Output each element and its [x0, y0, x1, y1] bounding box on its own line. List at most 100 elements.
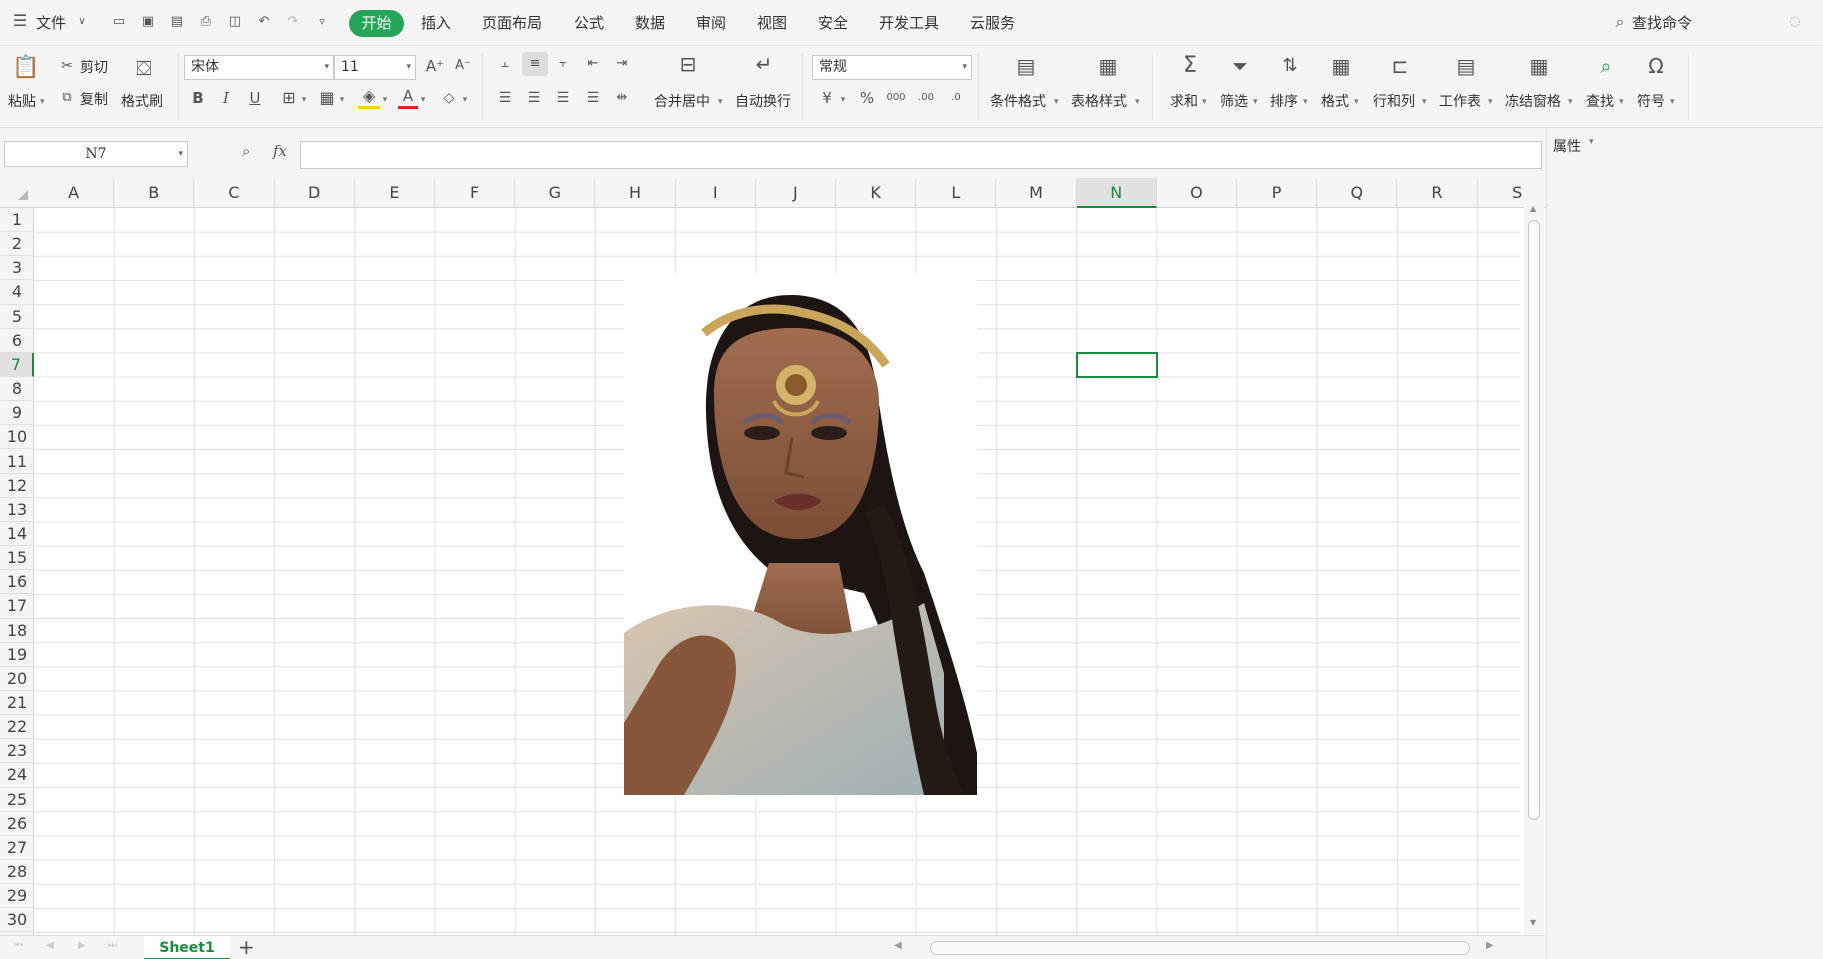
hamburger-menu-icon[interactable]: ☰	[12, 13, 28, 29]
prev-sheet-icon[interactable]: ◀	[46, 940, 54, 951]
number-format-select[interactable]: 常规 ▾	[812, 55, 972, 80]
tab-page-layout[interactable]: 页面布局	[482, 12, 542, 34]
vertical-scrollbar[interactable]: ▲ ▼	[1524, 202, 1544, 935]
row-header-8[interactable]: 8	[0, 377, 34, 402]
sum-icon[interactable]: Σ	[1176, 54, 1204, 78]
row-header-3[interactable]: 3	[0, 256, 34, 281]
sheet-tab-sheet1[interactable]: Sheet1	[144, 936, 230, 959]
fill-color-dropdown-icon[interactable]: ▾	[380, 88, 390, 112]
row-header-1[interactable]: 1	[0, 208, 34, 233]
worksheet-dropdown-icon[interactable]: ▾	[1488, 93, 1493, 111]
row-header-14[interactable]: 14	[0, 522, 34, 547]
zoom-lookup-icon[interactable]: ⌕	[242, 142, 250, 160]
justify-icon[interactable]: ☰	[582, 86, 604, 110]
sum-button[interactable]: 求和	[1170, 93, 1198, 111]
conditional-format-dropdown-icon[interactable]: ▾	[1054, 93, 1059, 111]
horizontal-scroll-thumb[interactable]	[930, 941, 1470, 955]
next-sheet-icon[interactable]: ▶	[78, 940, 86, 951]
sum-dropdown-icon[interactable]: ▾	[1202, 93, 1207, 111]
conditional-format-icon[interactable]: ▤	[1012, 54, 1040, 78]
sort-dropdown-icon[interactable]: ▾	[1303, 93, 1308, 111]
column-header-h[interactable]: H	[595, 178, 676, 208]
currency-dropdown-icon[interactable]: ▾	[838, 88, 848, 112]
table-style-dropdown-icon[interactable]: ▾	[1135, 93, 1140, 111]
conditional-format-button[interactable]: 条件格式	[990, 93, 1046, 111]
omega-symbol-icon[interactable]: Ω	[1642, 54, 1670, 78]
merge-center-dropdown-icon[interactable]: ▾	[718, 93, 723, 111]
select-all-corner[interactable]	[18, 190, 28, 200]
scroll-up-icon[interactable]: ▲	[1530, 204, 1536, 213]
align-right-icon[interactable]: ☰	[552, 86, 574, 110]
currency-icon[interactable]: ¥	[816, 86, 838, 110]
row-header-13[interactable]: 13	[0, 498, 34, 522]
filter-dropdown-icon[interactable]: ▾	[1253, 93, 1258, 111]
scroll-right-icon[interactable]: ▶	[1486, 940, 1494, 951]
distributed-align-icon[interactable]: ⇹	[611, 86, 633, 110]
row-header-6[interactable]: 6	[0, 329, 34, 353]
row-header-9[interactable]: 9	[0, 401, 34, 426]
properties-chevron-icon[interactable]: ▾	[1589, 137, 1594, 147]
clear-format-icon[interactable]: ◇	[438, 86, 460, 110]
fill-color-icon[interactable]: ◈	[358, 86, 380, 109]
row-col-button[interactable]: 行和列	[1373, 93, 1415, 111]
portrait-image[interactable]	[624, 273, 977, 795]
increase-indent-icon[interactable]: ⇥	[611, 52, 633, 76]
copy-button[interactable]: 复制	[80, 91, 108, 109]
row-header-26[interactable]: 26	[0, 812, 34, 836]
column-header-j[interactable]: J	[756, 178, 836, 208]
tab-review[interactable]: 审阅	[696, 12, 726, 34]
formula-input[interactable]	[300, 141, 1542, 169]
align-left-icon[interactable]: ☰	[494, 86, 516, 110]
worksheet-button[interactable]: 工作表	[1439, 93, 1481, 111]
fx-label[interactable]: fx	[273, 142, 287, 160]
worksheet-icon[interactable]: ▤	[1452, 54, 1480, 78]
row-header-30[interactable]: 30	[0, 908, 34, 933]
cut-button[interactable]: 剪切	[80, 59, 108, 77]
paste-icon[interactable]: 📋	[12, 56, 40, 80]
add-sheet-button[interactable]: +	[238, 936, 255, 958]
selected-cell[interactable]	[1075, 351, 1158, 379]
symbol-button[interactable]: 符号	[1637, 93, 1665, 111]
column-header-e[interactable]: E	[355, 178, 435, 208]
column-header-f[interactable]: F	[435, 178, 516, 208]
file-menu-chevron-icon[interactable]: ∨	[74, 14, 90, 30]
row-header-19[interactable]: 19	[0, 643, 34, 667]
tab-developer[interactable]: 开发工具	[879, 12, 939, 34]
scroll-left-icon[interactable]: ◀	[894, 940, 902, 951]
column-header-n[interactable]: N	[1076, 178, 1157, 208]
tab-home[interactable]: 开始	[349, 10, 404, 37]
find-dropdown-icon[interactable]: ▾	[1619, 93, 1624, 111]
feedback-icon[interactable]: ◌	[1787, 14, 1803, 30]
row-header-16[interactable]: 16	[0, 570, 34, 595]
scissors-icon[interactable]: ✂	[58, 54, 76, 78]
column-header-p[interactable]: P	[1237, 178, 1318, 208]
format-button[interactable]: 格式	[1321, 93, 1349, 111]
column-header-o[interactable]: O	[1157, 178, 1237, 208]
decrease-decimal-icon[interactable]: .0	[944, 86, 968, 110]
row-header-17[interactable]: 17	[0, 594, 34, 619]
percent-button[interactable]: %	[856, 86, 878, 110]
tab-formulas[interactable]: 公式	[574, 12, 604, 34]
column-header-c[interactable]: C	[194, 178, 275, 208]
column-header-q[interactable]: Q	[1317, 178, 1398, 208]
print-icon[interactable]: ⎙	[198, 14, 214, 30]
name-box[interactable]: N7 ▾	[4, 141, 188, 167]
format-dropdown-icon[interactable]: ▾	[1354, 93, 1359, 111]
row-header-22[interactable]: 22	[0, 715, 34, 740]
copy-icon[interactable]: ⧉	[58, 86, 76, 110]
row-col-dropdown-icon[interactable]: ▾	[1422, 93, 1427, 111]
align-middle-icon[interactable]: ≡	[522, 52, 548, 76]
paste-button[interactable]: 粘贴	[8, 93, 36, 111]
decrease-font-icon[interactable]: A⁻	[452, 54, 474, 78]
column-header-i[interactable]: I	[676, 178, 756, 208]
italic-button[interactable]: I	[216, 86, 236, 110]
tab-data[interactable]: 数据	[635, 12, 665, 34]
vertical-scroll-thumb[interactable]	[1528, 220, 1540, 820]
last-sheet-icon[interactable]: ⏭	[108, 940, 117, 951]
file-menu[interactable]: 文件	[36, 12, 66, 34]
row-header-29[interactable]: 29	[0, 884, 34, 909]
table-style-icon[interactable]: ▦	[1094, 54, 1122, 78]
font-size-select[interactable]: 11 ▾	[334, 55, 416, 80]
find-icon[interactable]: ⌕	[1592, 54, 1620, 78]
row-header-15[interactable]: 15	[0, 546, 34, 571]
